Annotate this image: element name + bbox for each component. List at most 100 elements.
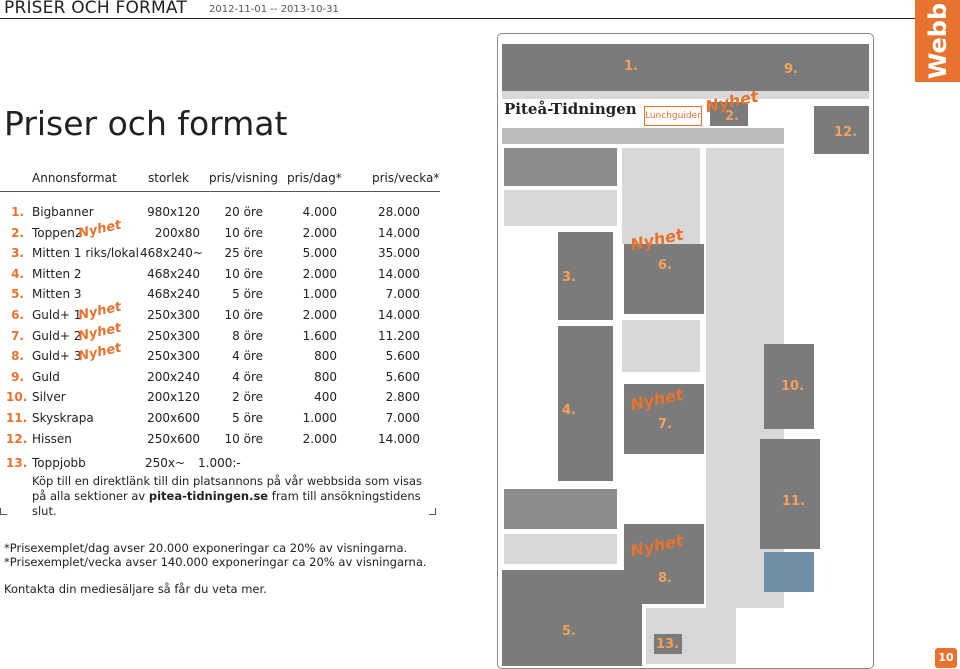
header-bar: PRISER OCH FORMAT 2012-11-01 -- 2013-10-…	[0, 0, 915, 18]
toppjobb-note: Köp till en direktlänk till din platsann…	[32, 474, 432, 519]
row-size: 200x240	[147, 369, 200, 384]
toppjobb-note-link: pitea-tidningen.se	[148, 489, 269, 503]
row-day: 2.000	[302, 266, 337, 281]
article-image-2	[504, 489, 617, 529]
article-image	[504, 148, 617, 186]
row-day: 800	[314, 369, 337, 384]
table-rule	[0, 191, 440, 192]
slot-6	[624, 244, 704, 314]
row-number: 3.	[11, 246, 24, 261]
row-day: 400	[314, 390, 337, 405]
row-name: Hissen	[32, 431, 72, 446]
row-week: 11.200	[378, 328, 420, 343]
row-name: Mitten 3	[32, 287, 82, 302]
row-view: 10 öre	[224, 225, 263, 240]
row-number: 4.	[11, 266, 24, 281]
row-week: 14.000	[378, 431, 420, 446]
site-logo: Piteå-Tidningen	[504, 100, 637, 118]
row-view: 2 öre	[232, 390, 263, 405]
row-number: 9.	[11, 369, 24, 384]
table-row: 5. Mitten 3 468x240 5 öre 1.000 7.000	[0, 287, 440, 307]
row-name: Mitten 1 riks/lokal	[32, 246, 139, 261]
row-number: 6.	[11, 308, 24, 322]
slot-label-4: 4.	[562, 403, 576, 418]
row-day: 1.000	[302, 287, 337, 302]
row-week: 14.000	[378, 308, 420, 322]
row-view: 5 öre	[232, 411, 263, 425]
table-row: 1. Bigbanner 980x120 20 öre 4.000 28.000	[0, 205, 440, 225]
table-row: 2. Toppen2 200x80 10 öre 2.000 14.000 Nyhet	[0, 217, 440, 246]
table-row: 9. Guld 200x240 4 öre 800 5.600	[0, 370, 440, 390]
table-row: 7. Guld+ 2 250x300 8 öre 1.600 11.200 Nyhet	[0, 320, 440, 349]
row-view: 20 öre	[224, 205, 263, 219]
table-row: 4. Mitten 2 468x240 10 öre 2.000 14.000	[0, 267, 440, 287]
site-menu-bar	[502, 128, 784, 144]
row-week: 7.000	[385, 411, 420, 425]
row-number: 8.	[11, 349, 24, 364]
row-view: 4 öre	[232, 349, 263, 364]
row-day: 2.000	[302, 225, 337, 240]
row-size: 468x240~	[140, 246, 203, 261]
row-view: 10 öre	[224, 266, 263, 281]
row-number: 10.	[6, 390, 28, 405]
row-name: Mitten 2	[32, 266, 82, 281]
row-day: 800	[314, 349, 337, 364]
weather-widget	[764, 552, 814, 592]
slot-label-1: 1.	[624, 59, 638, 74]
row-name: Guld+ 3	[32, 349, 82, 364]
table-row: 8. Guld+ 3 250x300 4 öre 800 5.600 Nyhet	[0, 341, 440, 369]
row-name: Guld+ 2	[32, 328, 82, 343]
row-day: 2.000	[302, 431, 337, 446]
slot-label-3: 3.	[562, 270, 576, 285]
row-size: 200x600	[147, 411, 200, 425]
row-name: Skyskrapa	[32, 411, 94, 425]
site-nav-strip	[502, 91, 869, 99]
table-row: 11. Skyskrapa 200x600 5 öre 1.000 7.000	[0, 411, 440, 431]
row-day: 4.000	[302, 205, 337, 219]
row-name: Silver	[32, 390, 66, 405]
footnote-week: *Prisexemplet/vecka avser 140.000 expone…	[4, 555, 427, 569]
slot-label-8: 8.	[658, 571, 672, 586]
table-row: 12. Hissen 250x600 10 öre 2.000 14.000	[0, 432, 440, 452]
row-size: 200x120	[147, 390, 200, 405]
row-size: 980x120	[147, 205, 200, 219]
row-day: 2.000	[302, 308, 337, 322]
row-size: 200x80	[154, 225, 200, 240]
slot-bigbanner	[502, 44, 869, 91]
page-title: Priser och format	[4, 104, 288, 143]
site-middle-mid	[622, 320, 700, 372]
row-view: 4 öre	[232, 369, 263, 384]
table-row: 3. Mitten 1 riks/lokal 468x240~ 25 öre 5.000…	[0, 246, 440, 266]
header-title: PRISER OCH FORMAT	[4, 0, 187, 18]
row-name: Guld	[32, 369, 60, 384]
row-number: 5.	[11, 287, 24, 302]
row-number: 11.	[6, 411, 28, 425]
article-text-2	[504, 534, 617, 564]
page-number: 10	[935, 648, 957, 668]
row-number: 12.	[6, 431, 28, 446]
row-name: Guld+ 1	[32, 308, 82, 322]
col-week: pris/vecka*	[372, 171, 440, 185]
table-row: 10. Silver 200x120 2 öre 400 2.800	[0, 390, 440, 410]
row-number: 7.	[11, 328, 24, 343]
row-name: Toppen2	[32, 225, 83, 240]
row-size: 250x600	[147, 431, 200, 446]
row-size: 250x300	[147, 308, 200, 322]
article-text	[504, 190, 617, 226]
slot-label-11: 11.	[782, 494, 806, 509]
slot-label-6: 6.	[658, 258, 672, 273]
row-day: 1.600	[302, 328, 337, 343]
col-day: pris/dag*	[287, 171, 342, 185]
row-week: 28.000	[378, 205, 420, 219]
row-view: 10 öre	[224, 431, 263, 446]
lunchguiden-box: Lunchguiden	[644, 106, 703, 126]
col-size: storlek	[148, 171, 189, 185]
table-row: 6. Guld+ 1 250x300 10 öre 2.000 14.000 Nyhet	[0, 300, 440, 328]
slot-label-7: 7.	[658, 417, 672, 432]
row-size: 468x240	[147, 287, 200, 302]
section-tab-label: Webb	[923, 2, 952, 80]
row-size: 468x240	[147, 266, 200, 281]
website-mockup: 1. 9. Piteå-Tidningen Lunchguiden 2. Nyh…	[497, 33, 874, 669]
row-week: 5.600	[385, 349, 420, 364]
row-view: 5 öre	[232, 287, 263, 302]
